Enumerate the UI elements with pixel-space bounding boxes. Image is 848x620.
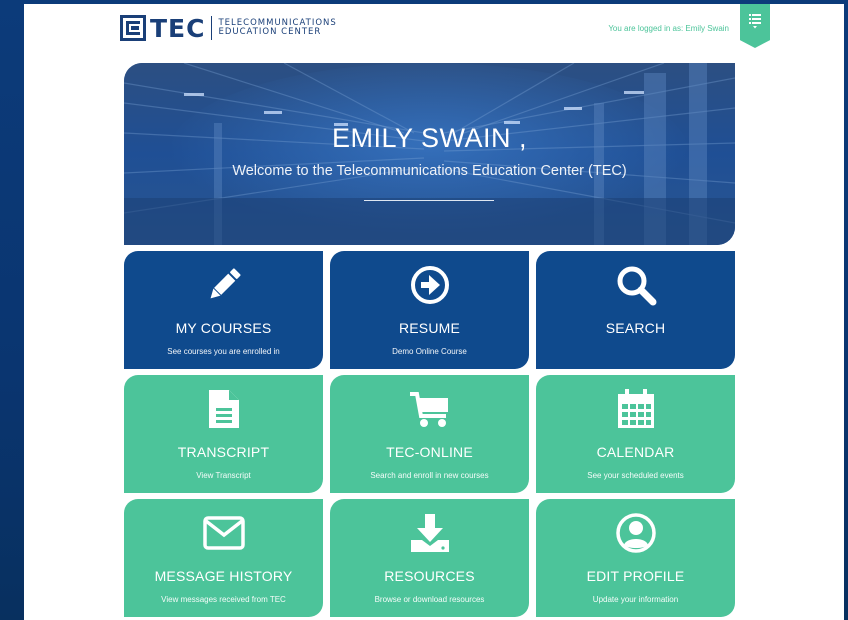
tec-logo-mark-icon	[120, 15, 146, 41]
tile-title: SEARCH	[605, 320, 666, 336]
user-name-heading: EMILY SWAIN ,	[331, 123, 528, 153]
tile-subtitle: Update your information	[592, 595, 679, 604]
tile-search[interactable]: SEARCH	[536, 251, 735, 369]
tile-transcript[interactable]: TRANSCRIPT View Transcript	[124, 375, 323, 493]
user-circle-icon	[615, 513, 656, 553]
tile-subtitle: Demo Online Course	[392, 347, 467, 356]
tile-resume[interactable]: RESUME Demo Online Course	[330, 251, 529, 369]
tec-logo[interactable]: TEC TELECOMMUNICATIONS EDUCATION CENTER	[120, 12, 337, 44]
tile-title: MESSAGE HISTORY	[154, 568, 293, 584]
pencil-icon	[210, 268, 241, 299]
welcome-message: Welcome to the Telecommunications Educat…	[232, 163, 627, 179]
cart-icon	[409, 392, 448, 427]
login-status: You are logged in as: Emily Swain	[608, 24, 729, 33]
tile-resources[interactable]: RESOURCES Browse or download resources	[330, 499, 529, 617]
tile-title: TEC-ONLINE	[386, 444, 473, 460]
tile-edit-profile[interactable]: EDIT PROFILE Update your information	[536, 499, 735, 617]
logo-subtitle: TELECOMMUNICATIONS EDUCATION CENTER	[218, 19, 336, 37]
calendar-icon	[617, 389, 654, 428]
tile-title: EDIT PROFILE	[586, 568, 685, 584]
tile-title: RESOURCES	[384, 568, 475, 584]
list-menu-icon	[749, 14, 761, 29]
tile-message-history[interactable]: MESSAGE HISTORY View messages received f…	[124, 499, 323, 617]
document-icon	[208, 390, 239, 428]
tile-tec-online[interactable]: TEC-ONLINE Search and enroll in new cour…	[330, 375, 529, 493]
tile-subtitle: Search and enroll in new courses	[370, 471, 489, 480]
tile-title: MY COURSES	[175, 320, 272, 336]
tile-subtitle: See your scheduled events	[587, 471, 684, 480]
envelope-icon	[202, 516, 245, 550]
tile-my-courses[interactable]: MY COURSES See courses you are enrolled …	[124, 251, 323, 369]
tile-subtitle: View Transcript	[196, 471, 251, 480]
banner-divider	[364, 200, 494, 201]
tile-title: TRANSCRIPT	[177, 444, 270, 460]
banner-background-image	[124, 63, 735, 245]
logo-text: TEC	[150, 13, 206, 43]
page: TEC TELECOMMUNICATIONS EDUCATION CENTER …	[24, 4, 844, 620]
logo-subtitle-line2: EDUCATION CENTER	[218, 27, 322, 37]
menu-button[interactable]	[740, 4, 770, 48]
welcome-banner: EMILY SWAIN , Welcome to the Telecommuni…	[124, 63, 735, 245]
search-icon	[617, 266, 656, 306]
tile-title: CALENDAR	[596, 444, 675, 460]
tile-subtitle: See courses you are enrolled in	[167, 347, 280, 356]
tile-subtitle: Browse or download resources	[374, 595, 485, 604]
tile-calendar[interactable]: CALENDAR See your scheduled events	[536, 375, 735, 493]
tile-title: RESUME	[398, 320, 461, 336]
logo-divider	[211, 16, 213, 40]
download-icon	[410, 514, 449, 552]
tile-subtitle: View messages received from TEC	[161, 595, 286, 604]
arrow-circle-right-icon	[410, 266, 449, 304]
